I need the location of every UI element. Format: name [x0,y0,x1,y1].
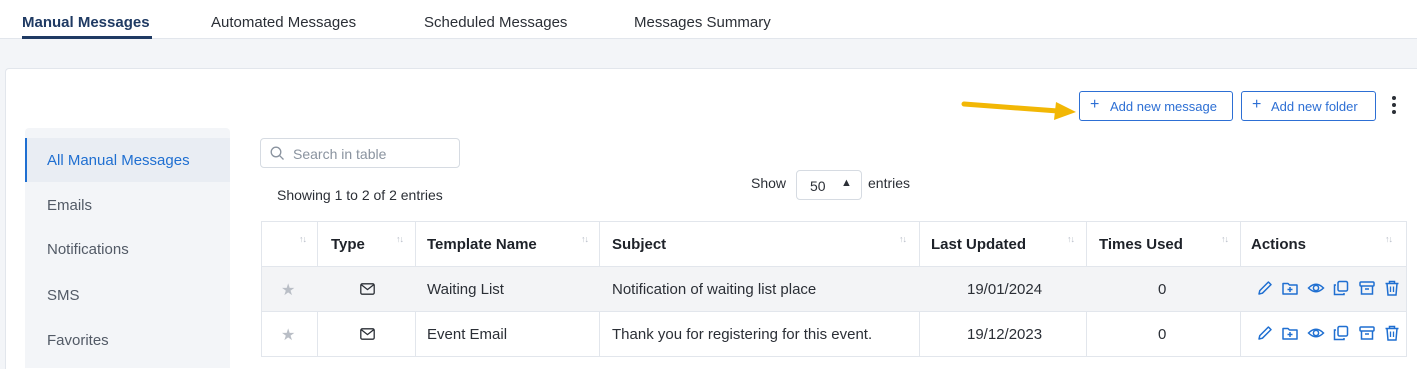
sort-icon: ↑↓ [299,234,307,244]
sidebar-item-label: Notifications [47,241,129,258]
column-header-label: Template Name [427,236,537,253]
sidebar-item-label: Emails [47,197,93,214]
annotation-arrow-icon [961,101,1076,120]
entries-info: Showing 1 to 2 of 2 entries [277,187,443,203]
column-header-template-name[interactable]: Template Name ↑↓ [415,222,599,266]
search-icon [270,146,284,160]
move-to-folder-icon[interactable] [1281,324,1299,342]
tab-scheduled-messages[interactable]: Scheduled Messages [424,14,567,31]
add-new-message-button[interactable]: + Add new message [1079,91,1233,121]
messages-table: ↑↓ Type ↑↓ Template Name ↑↓ Subject ↑↓ L… [261,221,1407,357]
sidebar-item-sms[interactable]: SMS [25,273,230,317]
move-to-folder-icon[interactable] [1281,279,1299,297]
column-header-favorite[interactable]: ↑↓ [262,222,317,266]
add-new-message-label: Add new message [1110,99,1217,114]
favorite-star-icon[interactable]: ★ [281,325,295,345]
add-new-folder-label: Add new folder [1271,99,1358,114]
sort-icon: ↑↓ [581,234,589,244]
row-actions [1256,324,1404,342]
column-header-times-used[interactable]: Times Used ↑↓ [1086,222,1240,266]
table-row[interactable]: ★ Waiting List Notification of waiting l… [262,267,1406,312]
plus-icon: + [1090,96,1100,113]
delete-icon[interactable] [1383,279,1401,297]
envelope-icon [360,283,375,295]
show-label: Show [751,175,787,191]
sort-icon: ↑↓ [396,234,404,244]
duplicate-icon[interactable] [1332,324,1350,342]
tab-messages-summary[interactable]: Messages Summary [634,14,771,31]
page-size-select[interactable]: 50 ▲ [796,170,862,200]
plus-icon: + [1252,96,1262,113]
sidebar-item-emails[interactable]: Emails [25,183,230,227]
search-input[interactable] [291,143,455,165]
add-new-folder-button[interactable]: + Add new folder [1241,91,1376,121]
duplicate-icon[interactable] [1332,279,1350,297]
column-header-type[interactable]: Type ↑↓ [317,222,415,266]
page-size-value: 50 [810,178,826,194]
edit-icon[interactable] [1256,324,1274,342]
entries-label: entries [868,175,911,191]
row-actions [1256,279,1404,297]
sidebar-item-notifications[interactable]: Notifications [25,227,230,271]
sidebar: All Manual Messages Emails Notifications… [25,128,230,368]
archive-icon[interactable] [1358,279,1376,297]
edit-icon[interactable] [1256,279,1274,297]
column-header-label: Last Updated [931,236,1027,253]
top-tab-bar: Manual Messages Automated Messages Sched… [0,0,1417,39]
sidebar-item-label: Favorites [47,332,109,349]
sort-icon: ↑↓ [1221,234,1229,244]
more-options-icon[interactable] [1389,94,1399,118]
table-row[interactable]: ★ Event Email Thank you for registering … [262,312,1406,357]
column-header-actions[interactable]: Actions ↑↓ [1240,222,1406,266]
column-header-label: Subject [612,236,667,253]
column-header-label: Type [331,236,365,253]
favorite-star-icon[interactable]: ★ [281,280,295,300]
view-icon[interactable] [1307,324,1325,342]
sort-icon: ↑↓ [899,234,907,244]
column-header-label: Actions [1251,236,1307,253]
view-icon[interactable] [1307,279,1325,297]
sort-icon: ↑↓ [1385,234,1393,244]
column-header-label: Times Used [1099,236,1183,253]
sidebar-item-favorites[interactable]: Favorites [25,318,230,362]
envelope-icon [360,328,375,340]
table-header-row: ↑↓ Type ↑↓ Template Name ↑↓ Subject ↑↓ L… [262,222,1406,267]
archive-icon[interactable] [1358,324,1376,342]
delete-icon[interactable] [1383,324,1401,342]
column-header-subject[interactable]: Subject ↑↓ [599,222,919,266]
active-tab-indicator [22,36,152,39]
tab-manual-messages[interactable]: Manual Messages [22,14,150,31]
search-box [260,138,460,168]
select-caret-icon: ▲ [841,177,852,189]
column-header-last-updated[interactable]: Last Updated ↑↓ [919,222,1086,266]
tab-automated-messages[interactable]: Automated Messages [211,14,356,31]
sort-icon: ↑↓ [1067,234,1075,244]
sidebar-item-all-manual-messages[interactable]: All Manual Messages [25,138,230,182]
sidebar-item-label: SMS [47,287,80,304]
sidebar-item-label: All Manual Messages [47,152,190,169]
